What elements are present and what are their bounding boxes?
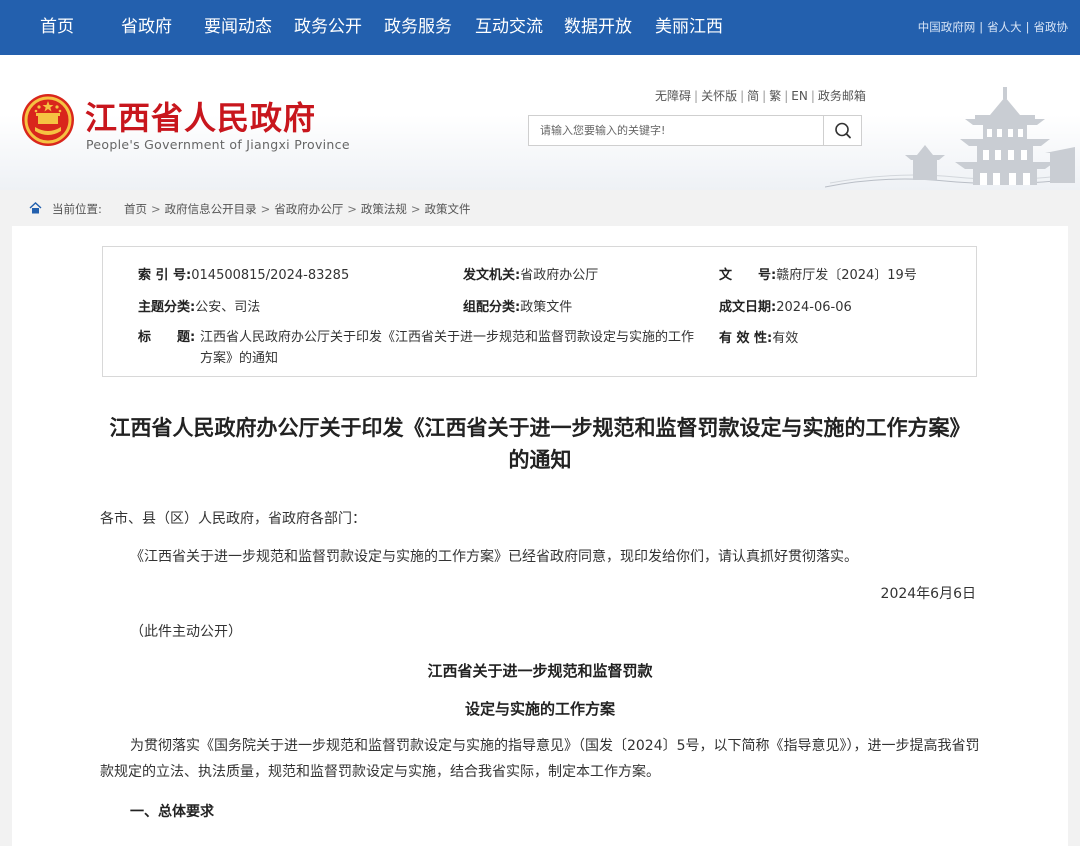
breadcrumb-policy-documents[interactable]: 政策文件 xyxy=(425,202,471,216)
document-date: 2024年6月6日 xyxy=(880,586,976,602)
section-heading-general-requirements: 一、总体要求 xyxy=(130,804,214,820)
nav-item-beautiful-jiangxi[interactable]: 美丽江西 xyxy=(655,0,723,55)
search-box xyxy=(528,115,862,146)
site-subtitle: People's Government of Jiangxi Province xyxy=(86,137,350,152)
nav-item-interaction[interactable]: 互动交流 xyxy=(475,0,543,55)
top-nav-bar: 首页 省政府 要闻动态 政务公开 政务服务 互动交流 数据开放 美丽江西 中国政… xyxy=(0,0,1080,55)
document-body-paragraph-1: 《江西省关于进一步规范和监督罚款设定与实施的工作方案》已经省政府同意，现印发给你… xyxy=(130,549,858,565)
nav-item-news[interactable]: 要闻动态 xyxy=(204,0,272,55)
link-elderly-mode[interactable]: 关怀版 xyxy=(701,89,737,103)
link-provincial-cppcc[interactable]: 省政协 xyxy=(1034,20,1069,34)
nav-item-open-government[interactable]: 政务公开 xyxy=(294,0,362,55)
national-emblem-icon[interactable] xyxy=(21,93,75,147)
document-title: 江西省人民政府办公厅关于印发《江西省关于进一步规范和监督罚款设定与实施的工作方案… xyxy=(109,416,971,472)
document-disclosure-note: （此件主动公开） xyxy=(130,624,242,640)
link-english[interactable]: EN xyxy=(791,89,808,103)
link-accessibility[interactable]: 无障碍 xyxy=(655,89,691,103)
breadcrumb-general-office[interactable]: 省政府办公厅 xyxy=(274,202,343,216)
external-links: 中国政府网 | 省人大 | 省政协 xyxy=(917,20,1069,34)
meta-date: 成文日期:2024-06-06 xyxy=(719,300,852,315)
breadcrumb: 当前位置: 首页 > 政府信息公开目录 > 省政府办公厅 > 政策法规 > 政策文件 xyxy=(0,190,1080,226)
meta-category: 组配分类:政策文件 xyxy=(463,300,573,315)
document-body-paragraph-2: 为贯彻落实《国务院关于进一步规范和监督罚款设定与实施的指导意见》（国发〔2024… xyxy=(100,738,980,780)
link-traditional[interactable]: 繁 xyxy=(769,89,781,103)
meta-issuer: 发文机关:省政府办公厅 xyxy=(463,268,599,283)
plan-title-line-2: 设定与实施的工作方案 xyxy=(464,700,615,718)
nav-item-open-data[interactable]: 数据开放 xyxy=(564,0,632,55)
meta-index: 索 引 号:014500815/2024-83285 xyxy=(138,268,350,283)
document-salutation: 各市、县（区）人民政府，省政府各部门： xyxy=(100,511,366,527)
breadcrumb-home[interactable]: 首页 xyxy=(124,202,147,216)
breadcrumb-policies[interactable]: 政策法规 xyxy=(361,202,407,216)
site-title[interactable]: 江西省人民政府 xyxy=(85,93,316,139)
document-metadata-box: 索 引 号:014500815/2024-83285 发文机关:省政府办公厅 文… xyxy=(102,246,977,377)
breadcrumb-label: 当前位置: xyxy=(52,202,102,216)
search-input[interactable] xyxy=(529,116,823,145)
nav-item-provincial-government[interactable]: 省政府 xyxy=(121,0,172,55)
home-icon xyxy=(29,202,42,214)
meta-docno: 文 号:赣府厅发〔2024〕19号 xyxy=(719,268,917,283)
breadcrumb-info-catalog[interactable]: 政府信息公开目录 xyxy=(165,202,257,216)
nav-item-home[interactable]: 首页 xyxy=(40,0,74,55)
nav-item-government-services[interactable]: 政务服务 xyxy=(384,0,452,55)
link-provincial-congress[interactable]: 省人大 xyxy=(987,20,1022,34)
link-simplified[interactable]: 简 xyxy=(747,89,759,103)
meta-topic: 主题分类:公安、司法 xyxy=(138,300,261,315)
pagoda-illustration xyxy=(825,87,1075,188)
site-header: 江西省人民政府 People's Government of Jiangxi P… xyxy=(0,55,1080,190)
meta-validity: 有 效 性:有效 xyxy=(719,331,799,346)
plan-title-line-1: 江西省关于进一步规范和监督罚款 xyxy=(427,662,653,680)
link-china-government[interactable]: 中国政府网 xyxy=(918,20,976,34)
